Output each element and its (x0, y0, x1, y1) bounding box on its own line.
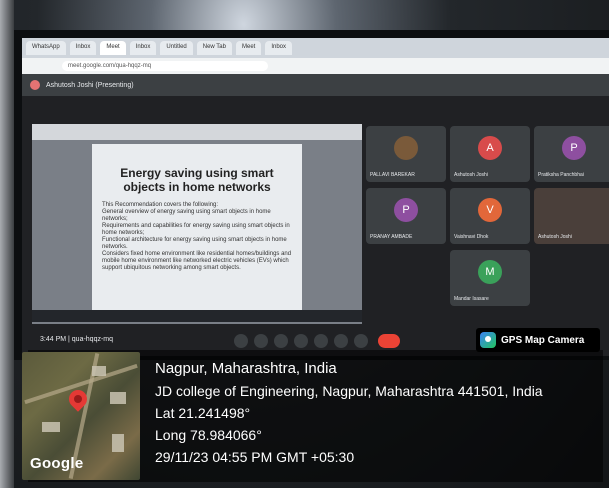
meeting-time: 3:44 PM | qua-hqqz-mq (40, 336, 114, 343)
mic-button[interactable] (234, 334, 248, 348)
location-map: Google (22, 352, 140, 480)
windows-taskbar (32, 310, 362, 322)
browser-tab[interactable]: Inbox (69, 41, 97, 55)
participant-grid: PALLAVI BAREKAR A Ashutosh Joshi P Prati… (366, 126, 609, 356)
participant-avatar: A (478, 136, 502, 160)
presenting-label: Ashutosh Joshi (Presenting) (46, 81, 134, 89)
participant-name: Ashutosh Joshi (538, 234, 572, 240)
captions-button[interactable] (274, 334, 288, 348)
gps-map-camera-icon (480, 332, 496, 348)
emoji-button[interactable] (294, 334, 308, 348)
slide-bullet: Requirements and capabilities for energy… (102, 223, 290, 236)
browser-tab[interactable]: Meet (100, 41, 126, 55)
ppt-toolbar (32, 124, 362, 140)
browser-tab[interactable]: Inbox (129, 41, 157, 55)
participant-name: PALLAVI BAREKAR (370, 172, 415, 178)
participant-avatar: P (562, 136, 586, 160)
participant-name: Mandar Isasare (454, 296, 489, 302)
slide: Energy saving using smart objects in hom… (92, 144, 302, 314)
gps-camera-badge: GPS Map Camera (476, 328, 600, 352)
browser-tab[interactable]: Meet (236, 41, 262, 55)
browser-tab[interactable]: Inbox (265, 41, 293, 55)
participant-tile[interactable]: V Vaishnavi Dhok (450, 188, 530, 244)
address-bar: meet.google.com/qua-hqqz-mq (22, 58, 609, 74)
gps-latitude: Lat 21.241498° (155, 405, 251, 421)
map-building (112, 434, 124, 452)
participant-avatar: V (478, 198, 502, 222)
participant-tile[interactable]: M Mandar Isasare (450, 250, 530, 306)
participant-avatar: M (478, 260, 502, 284)
meet-screen: WhatsApp Inbox Meet Inbox Untitled New T… (22, 38, 609, 356)
slide-bullet: General overview of energy saving using … (102, 209, 271, 222)
browser-tab[interactable]: New Tab (196, 41, 232, 55)
gps-longitude: Long 78.984066° (155, 427, 262, 443)
browser-tabbar: WhatsApp Inbox Meet Inbox Untitled New T… (22, 38, 609, 58)
end-call-button[interactable] (378, 334, 400, 348)
photo-left-edge (0, 0, 14, 488)
participant-tile[interactable]: A Ashutosh Joshi (450, 126, 530, 182)
gps-address: JD college of Engineering, Nagpur, Mahar… (155, 383, 543, 399)
gps-datetime: 29/11/23 04:55 PM GMT +05:30 (155, 449, 355, 465)
gps-city: Nagpur, Maharashtra, India (155, 360, 337, 377)
browser-tab[interactable]: Untitled (160, 41, 193, 55)
slide-title: Energy saving using smart objects in hom… (120, 166, 274, 194)
gps-badge-label: GPS Map Camera (501, 334, 585, 346)
raise-hand-button[interactable] (334, 334, 348, 348)
presenter-avatar (30, 80, 40, 90)
participant-tile[interactable]: P Pratiksha Panchbhai (534, 126, 609, 182)
participant-name: Vaishnavi Dhok (454, 234, 489, 240)
participant-avatar: P (394, 198, 418, 222)
slide-bullet: This Recommendation covers the following… (102, 202, 219, 208)
map-building (42, 422, 60, 432)
participant-name: PRANAY AMBADE (370, 234, 413, 240)
google-logo: Google (30, 455, 84, 472)
camera-button[interactable] (254, 334, 268, 348)
participant-name: Ashutosh Joshi (454, 172, 488, 178)
participant-tile[interactable]: PALLAVI BAREKAR (366, 126, 446, 182)
more-options-button[interactable] (354, 334, 368, 348)
map-building (110, 392, 126, 404)
participant-tile[interactable]: Ashutosh Joshi (534, 188, 609, 244)
slide-body: This Recommendation covers the following… (102, 202, 298, 272)
gps-info: Nagpur, Maharashtra, India JD college of… (155, 358, 600, 468)
participant-tile[interactable]: P PRANAY AMBADE (366, 188, 446, 244)
participant-avatar (394, 136, 418, 160)
slide-bullet: Functional architecture for energy savin… (102, 237, 287, 250)
participant-name: Pratiksha Panchbhai (538, 172, 584, 178)
shared-screen: Energy saving using smart objects in hom… (32, 124, 362, 324)
slide-bullet: Considers fixed home environment like re… (102, 251, 292, 271)
presenting-bar: Ashutosh Joshi (Presenting) (22, 74, 609, 96)
present-button[interactable] (314, 334, 328, 348)
url-field[interactable]: meet.google.com/qua-hqqz-mq (62, 61, 268, 71)
browser-tab[interactable]: WhatsApp (26, 41, 66, 55)
map-building (92, 366, 106, 376)
